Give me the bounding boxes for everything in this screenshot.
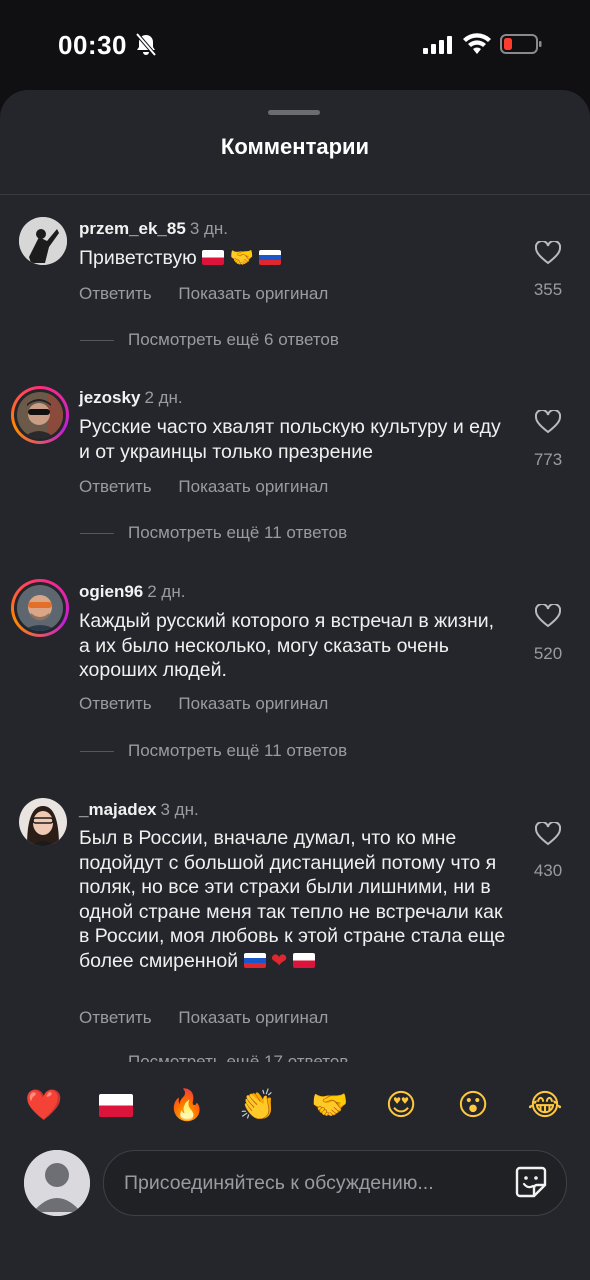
reaction-heart-eyes[interactable]: 😍 [380,1084,422,1126]
reaction-fire[interactable]: 🔥 [166,1084,208,1126]
show-original-button[interactable]: Показать оригинал [178,694,328,713]
show-original-button[interactable]: Показать оригинал [178,1008,328,1027]
comment-actions: Ответить Показать оригинал [79,477,350,497]
avatar-image [19,798,67,846]
russia-flag-emoji [243,952,266,968]
status-bar: 00:30 [0,0,590,90]
reaction-poland-flag[interactable] [95,1084,137,1126]
sheet-title: Комментарии [220,134,370,159]
cellular-signal-icon [423,36,452,54]
avatar-story-ring[interactable] [11,579,69,637]
reaction-handshake[interactable]: 🤝 [309,1084,351,1126]
comment-text: Приветствую 🤝 [79,246,519,271]
comment-composer-area: ❤️ 🔥 👏 🤝 😍 😮 😂 Присоединяйтесь к обсужде… [0,1062,590,1280]
replies-divider-line [80,533,114,535]
comment-time: 2 дн. [147,582,186,601]
poland-flag-icon [99,1093,133,1117]
quick-reactions-bar: ❤️ 🔥 👏 🤝 😍 😮 😂 [0,1084,590,1134]
comment-text: Русские часто хвалят польскую культуру и… [79,416,501,463]
show-original-button[interactable]: Показать оригинал [178,477,328,496]
comment-actions: Ответить Показать оригинал [79,694,350,714]
like-count: 773 [533,450,563,469]
like-heart-icon[interactable] [535,604,561,628]
comment-username[interactable]: ogien96 2 дн. [79,582,185,602]
avatar-image [17,585,63,631]
avatar [17,392,63,438]
view-more-replies[interactable]: Посмотреть ещё 6 ответов [80,330,339,350]
reaction-surprised[interactable]: 😮 [452,1084,494,1126]
comment-time: 3 дн. [160,800,199,819]
reply-button[interactable]: Ответить [79,284,152,303]
view-more-replies[interactable]: Посмотреть ещё 11 ответов [80,523,347,543]
avatar-image [19,217,67,265]
poland-flag-emoji [292,952,315,968]
comment-time: 2 дн. [144,388,183,407]
comment-time: 3 дн. [189,219,229,238]
avatar-image [17,392,63,438]
current-user-avatar[interactable] [24,1150,90,1216]
avatar[interactable] [19,217,67,265]
reaction-clap[interactable]: 👏 [237,1084,279,1126]
battery-low-icon [500,34,542,54]
sheet-grabber[interactable] [268,110,320,115]
replies-divider-line [80,751,114,753]
comment-username[interactable]: jezosky 2 дн. [79,388,183,408]
wifi-icon [463,33,491,54]
like-heart-icon[interactable] [535,410,561,434]
reply-button[interactable]: Ответить [79,477,152,496]
comment-text: Каждый русский которого я встречал в жиз… [79,610,495,681]
like-count: 520 [533,644,563,663]
avatar-story-ring[interactable] [11,386,69,444]
avatar[interactable] [19,798,67,846]
view-more-replies[interactable]: Посмотреть ещё 11 ответов [80,741,347,761]
replies-divider-line [80,340,114,342]
handshake-emoji: 🤝 [229,246,254,269]
like-count: 355 [533,280,563,299]
reply-button[interactable]: Ответить [79,1008,152,1027]
sticker-icon[interactable] [514,1165,548,1199]
avatar [17,585,63,631]
like-heart-icon[interactable] [535,241,561,265]
poland-flag-emoji [202,250,225,265]
reply-button[interactable]: Ответить [79,694,152,713]
bell-muted-icon [135,32,157,57]
like-count: 430 [533,861,563,880]
comment-input-row: Присоединяйтесь к обсуждению... [0,1150,590,1220]
show-original-button[interactable]: Показать оригинал [178,284,328,303]
status-time: 00:30 [58,30,127,60]
comment-input-placeholder: Присоединяйтесь к обсуждению... [124,1172,434,1194]
reaction-heart[interactable]: ❤️ [23,1084,65,1126]
header-divider [0,194,590,195]
reaction-laughing[interactable]: 😂 [524,1084,566,1126]
default-avatar-icon [24,1150,90,1216]
like-heart-icon[interactable] [535,822,561,846]
comment-username[interactable]: przem_ek_85 3 дн. [79,219,228,239]
comment-actions: Ответить Показать оригинал [79,1008,350,1028]
comment-input[interactable]: Присоединяйтесь к обсуждению... [103,1150,567,1216]
comment-username[interactable]: _majadex 3 дн. [79,800,199,820]
heart-emoji: ❤ [270,948,288,972]
russia-flag-emoji [259,250,282,265]
comment-actions: Ответить Показать оригинал [79,284,350,304]
comment-text: Был в России, вначале думал, что ко мне … [79,827,506,972]
